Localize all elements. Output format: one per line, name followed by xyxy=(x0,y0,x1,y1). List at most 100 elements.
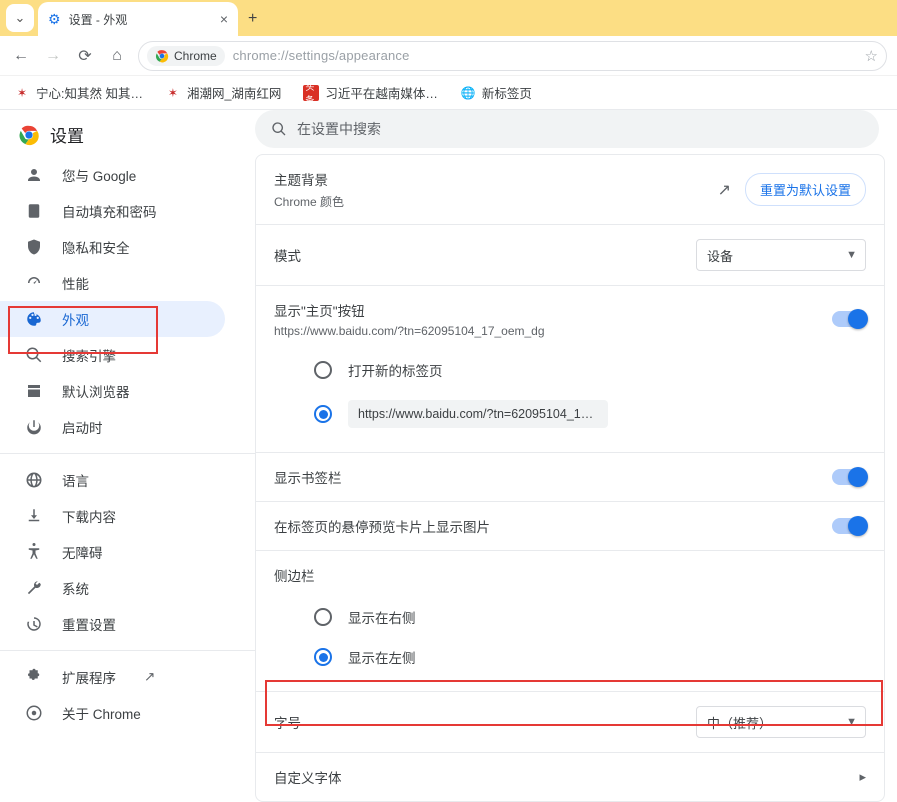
sidebar-item-privacy[interactable]: 隐私和安全 xyxy=(0,229,225,265)
sidebar-divider xyxy=(0,650,255,651)
sidebar-item-on-startup[interactable]: 启动时 xyxy=(0,409,225,445)
sidebar-item-appearance[interactable]: 外观 xyxy=(0,301,225,337)
mode-value: 设备 xyxy=(707,246,733,265)
gear-icon: ⚙ xyxy=(48,11,61,28)
sidebar-item-reset[interactable]: 重置设置 xyxy=(0,606,225,642)
download-icon xyxy=(24,507,44,525)
sidebar-divider xyxy=(0,453,255,454)
home-button-options: 打开新的标签页 https://www.baidu.com/?tn=620951… xyxy=(256,344,884,452)
back-button[interactable]: ← xyxy=(10,47,32,65)
sidebar-item-default-browser[interactable]: 默认浏览器 xyxy=(0,373,225,409)
row-hover-preview: 在标签页的悬停预览卡片上显示图片 xyxy=(256,501,884,550)
site-chip-label: Chrome xyxy=(174,49,217,63)
settings-sidebar: 设置 您与 Google 自动填充和密码 隐私和安全 性能 外观 xyxy=(0,110,255,731)
bookmark-bar-toggle[interactable] xyxy=(832,469,866,485)
hover-preview-toggle[interactable] xyxy=(832,518,866,534)
tab-search-dropdown[interactable]: ⌄ xyxy=(6,4,34,32)
bookmark-item[interactable]: ✶ 湘潮网_湖南红网 xyxy=(165,83,281,102)
sidepanel-label: 侧边栏 xyxy=(274,565,315,585)
tab-strip: ⌄ ⚙ 设置 - 外观 × + xyxy=(0,0,897,36)
browser-icon xyxy=(24,382,44,400)
sidebar-item-performance[interactable]: 性能 xyxy=(0,265,225,301)
search-placeholder: 在设置中搜索 xyxy=(297,119,381,139)
fontsize-label: 字号 xyxy=(274,712,301,732)
sidebar-item-search-engine[interactable]: 搜索引擎 xyxy=(0,337,225,373)
bookmark-label: 湘潮网_湖南红网 xyxy=(187,83,281,102)
home-radio-newtab[interactable]: 打开新的标签页 xyxy=(314,350,866,390)
bookmark-item[interactable]: ✶ 宁心:知其然 知其… xyxy=(14,83,143,102)
omnibox[interactable]: Chrome chrome://settings/appearance ☆ xyxy=(138,41,887,71)
sidepanel-right-label: 显示在右侧 xyxy=(348,607,416,627)
theme-subtitle: Chrome 颜色 xyxy=(274,193,344,210)
globe-icon xyxy=(24,471,44,489)
row-mode: 模式 设备 ▼ xyxy=(256,224,884,285)
home-button-toggle[interactable] xyxy=(832,311,866,327)
omnibox-url: chrome://settings/appearance xyxy=(233,48,410,63)
home-button-label: 显示"主页"按钮 xyxy=(274,300,545,320)
row-theme[interactable]: 主题背景 Chrome 颜色 ↗ 重置为默认设置 xyxy=(256,155,884,224)
settings-search[interactable]: 在设置中搜索 xyxy=(255,110,879,148)
search-icon xyxy=(271,121,287,137)
sidebar-item-label: 默认浏览器 xyxy=(62,381,130,401)
row-custom-fonts[interactable]: 自定义字体 ▸ xyxy=(256,752,884,801)
browser-tab[interactable]: ⚙ 设置 - 外观 × xyxy=(38,2,238,36)
sidebar-item-autofill[interactable]: 自动填充和密码 xyxy=(0,193,225,229)
new-tab-button[interactable]: + xyxy=(248,10,257,28)
home-url-input[interactable]: https://www.baidu.com/?tn=62095104_17_oe… xyxy=(348,400,608,428)
wrench-icon xyxy=(24,579,44,597)
bookmark-item[interactable]: 头条 习近平在越南媒体… xyxy=(303,83,438,102)
globe-icon: 🌐 xyxy=(460,85,476,101)
sidepanel-radio-left[interactable]: 显示在左侧 xyxy=(314,637,866,677)
home-button-sub: https://www.baidu.com/?tn=62095104_17_oe… xyxy=(274,324,545,338)
sidebar-item-label: 启动时 xyxy=(62,417,103,437)
radio-unchecked-icon xyxy=(314,608,332,626)
site-chip: Chrome xyxy=(147,46,225,66)
bookmark-item[interactable]: 🌐 新标签页 xyxy=(460,83,532,102)
mode-dropdown[interactable]: 设备 ▼ xyxy=(696,239,866,271)
home-button[interactable]: ⌂ xyxy=(106,47,128,65)
extension-icon xyxy=(24,668,44,686)
sidebar-item-system[interactable]: 系统 xyxy=(0,570,225,606)
sidebar-item-label: 隐私和安全 xyxy=(62,237,130,257)
sidebar-item-label: 扩展程序 xyxy=(62,667,116,687)
forward-button[interactable]: → xyxy=(42,47,64,65)
radio-checked-icon xyxy=(314,405,332,423)
chrome-logo-icon xyxy=(18,124,40,146)
sidebar-item-label: 性能 xyxy=(62,273,89,293)
chrome-outline-icon xyxy=(24,704,44,722)
search-icon xyxy=(24,346,44,364)
radio-unchecked-icon xyxy=(314,361,332,379)
clipboard-icon xyxy=(24,202,44,220)
browser-toolbar: ← → ⟳ ⌂ Chrome chrome://settings/appeara… xyxy=(0,36,897,76)
bookmark-favicon: ✶ xyxy=(165,85,181,101)
fontsize-dropdown[interactable]: 中（推荐） ▼ xyxy=(696,706,866,738)
sidepanel-left-label: 显示在左侧 xyxy=(348,647,416,667)
sidebar-item-label: 关于 Chrome xyxy=(62,703,141,723)
sidepanel-radio-right[interactable]: 显示在右侧 xyxy=(314,597,866,637)
settings-page: 设置 您与 Google 自动填充和密码 隐私和安全 性能 外观 xyxy=(0,110,897,731)
radio-checked-icon xyxy=(314,648,332,666)
reload-button[interactable]: ⟳ xyxy=(74,46,96,66)
bookmark-label: 习近平在越南媒体… xyxy=(325,83,438,102)
sidebar-item-extensions[interactable]: 扩展程序 ↗ xyxy=(0,659,225,695)
settings-content: 在设置中搜索 主题背景 Chrome 颜色 ↗ 重置为默认设置 模式 设备 xyxy=(255,110,897,731)
appearance-card: 主题背景 Chrome 颜色 ↗ 重置为默认设置 模式 设备 ▼ xyxy=(255,154,885,802)
sidebar-item-accessibility[interactable]: 无障碍 xyxy=(0,534,225,570)
row-sidepanel: 侧边栏 xyxy=(256,550,884,591)
home-radio-custom-url[interactable]: https://www.baidu.com/?tn=62095104_17_oe… xyxy=(314,390,866,438)
chrome-icon xyxy=(155,49,169,63)
bookmarks-bar: ✶ 宁心:知其然 知其… ✶ 湘潮网_湖南红网 头条 习近平在越南媒体… 🌐 新… xyxy=(0,76,897,110)
sidebar-item-you-and-google[interactable]: 您与 Google xyxy=(0,157,225,193)
bookmark-star-icon[interactable]: ☆ xyxy=(865,47,878,65)
open-in-new-icon[interactable]: ↗ xyxy=(718,180,731,200)
customfont-label: 自定义字体 xyxy=(274,767,342,787)
sidebar-item-label: 下载内容 xyxy=(62,506,116,526)
accessibility-icon xyxy=(24,543,44,561)
sidebar-item-about[interactable]: 关于 Chrome xyxy=(0,695,225,731)
sidebar-item-downloads[interactable]: 下载内容 xyxy=(0,498,225,534)
reset-theme-button[interactable]: 重置为默认设置 xyxy=(745,173,866,206)
bookmark-bar-label: 显示书签栏 xyxy=(274,467,342,487)
close-icon[interactable]: × xyxy=(220,11,228,27)
sidebar-item-languages[interactable]: 语言 xyxy=(0,462,225,498)
sidebar-item-label: 系统 xyxy=(62,578,89,598)
